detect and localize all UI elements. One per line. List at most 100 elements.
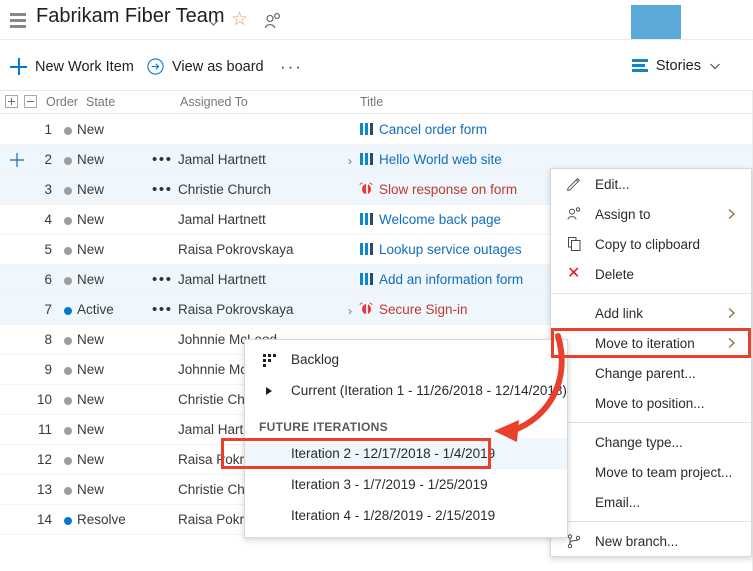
state-dot-icon xyxy=(64,277,72,285)
move-to-iteration-highlight-box xyxy=(551,328,751,358)
plus-icon xyxy=(10,58,27,75)
state-dot-icon xyxy=(64,337,72,345)
menu-item-assign-to[interactable]: Assign to xyxy=(551,199,751,229)
stories-label: Stories xyxy=(656,58,701,74)
column-header-state[interactable]: State xyxy=(86,95,115,109)
pencil-icon xyxy=(565,176,585,192)
command-bar: New Work Item View as board ··· Stories xyxy=(0,48,753,88)
expand-all-icon[interactable] xyxy=(5,95,18,108)
bug-icon xyxy=(360,183,373,195)
cell-order: 9 xyxy=(26,362,52,377)
branch-icon xyxy=(565,533,585,549)
cell-state: New xyxy=(77,452,104,467)
cell-title[interactable]: Welcome back page xyxy=(360,212,501,227)
menu-item-email[interactable]: Email... xyxy=(551,487,751,517)
row-actions-ellipsis[interactable]: ••• xyxy=(152,153,173,166)
column-header-title[interactable]: Title xyxy=(360,95,383,109)
state-dot-icon xyxy=(64,217,72,225)
chevron-down-icon xyxy=(709,60,721,72)
state-dot-icon xyxy=(64,487,72,495)
menu-separator xyxy=(551,422,751,423)
stories-selector[interactable]: Stories xyxy=(632,58,721,74)
menu-item-change-parent[interactable]: Change parent... xyxy=(551,358,751,388)
cell-state: New xyxy=(77,392,104,407)
cell-order: 14 xyxy=(26,512,52,527)
cell-state: New xyxy=(77,272,104,287)
backlog-icon xyxy=(263,354,277,366)
new-work-item-button[interactable]: New Work Item xyxy=(10,58,134,75)
menu-item-new-branch[interactable]: New branch... xyxy=(551,526,751,556)
cell-state: New xyxy=(77,152,104,167)
submenu-item-current-iteration[interactable]: Current (Iteration 1 - 11/26/2018 - 12/1… xyxy=(245,375,567,406)
header-divider xyxy=(0,39,753,40)
submenu-item-iteration-3[interactable]: Iteration 3 - 1/7/2019 - 1/25/2019 xyxy=(245,469,567,500)
cell-order: 7 xyxy=(26,302,52,317)
menu-item-add-link[interactable]: Add link xyxy=(551,298,751,328)
menu-item-label: Move to team project... xyxy=(595,465,732,480)
column-header-assigned[interactable]: Assigned To xyxy=(180,95,248,109)
cell-state: New xyxy=(77,242,104,257)
person-icon xyxy=(565,206,585,222)
cell-order: 13 xyxy=(26,482,52,497)
team-members-icon[interactable] xyxy=(264,12,282,30)
cell-assigned-to: Raisa Pokrovskaya xyxy=(178,242,294,257)
view-as-board-button[interactable]: View as board xyxy=(147,58,264,75)
submenu-item-backlog[interactable]: Backlog xyxy=(245,344,567,375)
cell-order: 4 xyxy=(26,212,52,227)
redaction-block xyxy=(631,5,681,39)
cell-order: 11 xyxy=(26,422,52,437)
cell-order: 3 xyxy=(26,182,52,197)
more-commands-button[interactable]: ··· xyxy=(280,60,303,74)
cell-state: Active xyxy=(77,302,114,317)
drag-handle-icon[interactable] xyxy=(8,151,26,169)
menu-item-delete[interactable]: ✕Delete xyxy=(551,259,751,289)
table-row[interactable]: 1NewCancel order form xyxy=(0,115,753,145)
cell-order: 12 xyxy=(26,452,52,467)
menu-item-move-to-team-project[interactable]: Move to team project... xyxy=(551,457,751,487)
menu-item-label: Move to position... xyxy=(595,396,705,411)
row-actions-ellipsis[interactable]: ••• xyxy=(152,273,173,286)
collapse-all-icon[interactable] xyxy=(24,95,37,108)
chevron-right-icon xyxy=(727,307,737,319)
cell-title[interactable]: Add an information form xyxy=(360,272,523,287)
cell-state: New xyxy=(77,122,104,137)
expand-row-chevron-icon[interactable]: › xyxy=(348,304,358,316)
cell-title[interactable]: Hello World web site xyxy=(360,152,502,167)
chevron-down-icon[interactable] xyxy=(207,16,220,29)
story-icon xyxy=(360,123,373,135)
title-text: Cancel order form xyxy=(379,122,487,137)
cell-title[interactable]: Secure Sign-in xyxy=(360,302,468,317)
view-as-board-label: View as board xyxy=(172,59,264,75)
column-header-order[interactable]: Order xyxy=(46,95,78,109)
state-dot-icon xyxy=(64,157,72,165)
menu-item-copy-to-clipboard[interactable]: Copy to clipboard xyxy=(551,229,751,259)
story-icon xyxy=(360,213,373,225)
star-icon[interactable]: ☆ xyxy=(231,10,248,29)
cell-assigned-to: Jamal Hartnett xyxy=(178,152,266,167)
state-dot-icon xyxy=(64,247,72,255)
cell-order: 8 xyxy=(26,332,52,347)
menu-item-label: Assign to xyxy=(595,207,651,222)
row-actions-ellipsis[interactable]: ••• xyxy=(152,183,173,196)
hamburger-icon[interactable] xyxy=(8,11,28,31)
state-dot-icon xyxy=(64,427,72,435)
title-text: Welcome back page xyxy=(379,212,501,227)
iteration-label: Iteration 3 - 1/7/2019 - 1/25/2019 xyxy=(291,477,488,492)
cell-state: New xyxy=(77,212,104,227)
row-actions-ellipsis[interactable]: ••• xyxy=(152,303,173,316)
menu-item-move-to-position[interactable]: Move to position... xyxy=(551,388,751,418)
menu-item-edit[interactable]: Edit... xyxy=(551,169,751,199)
cell-assigned-to: Jamal Hartnett xyxy=(178,272,266,287)
cell-title[interactable]: Lookup service outages xyxy=(360,242,522,257)
cell-title[interactable]: Cancel order form xyxy=(360,122,487,137)
story-icon xyxy=(360,273,373,285)
submenu-item-iteration-4[interactable]: Iteration 4 - 1/28/2019 - 2/15/2019 xyxy=(245,500,567,531)
expand-row-chevron-icon[interactable]: › xyxy=(348,154,358,166)
cell-state: New xyxy=(77,332,104,347)
menu-item-change-type[interactable]: Change type... xyxy=(551,427,751,457)
menu-item-label: Email... xyxy=(595,495,640,510)
menu-item-label: Change parent... xyxy=(595,366,696,381)
story-icon xyxy=(360,153,373,165)
cell-title[interactable]: Slow response on form xyxy=(360,182,517,197)
cell-state: New xyxy=(77,182,104,197)
